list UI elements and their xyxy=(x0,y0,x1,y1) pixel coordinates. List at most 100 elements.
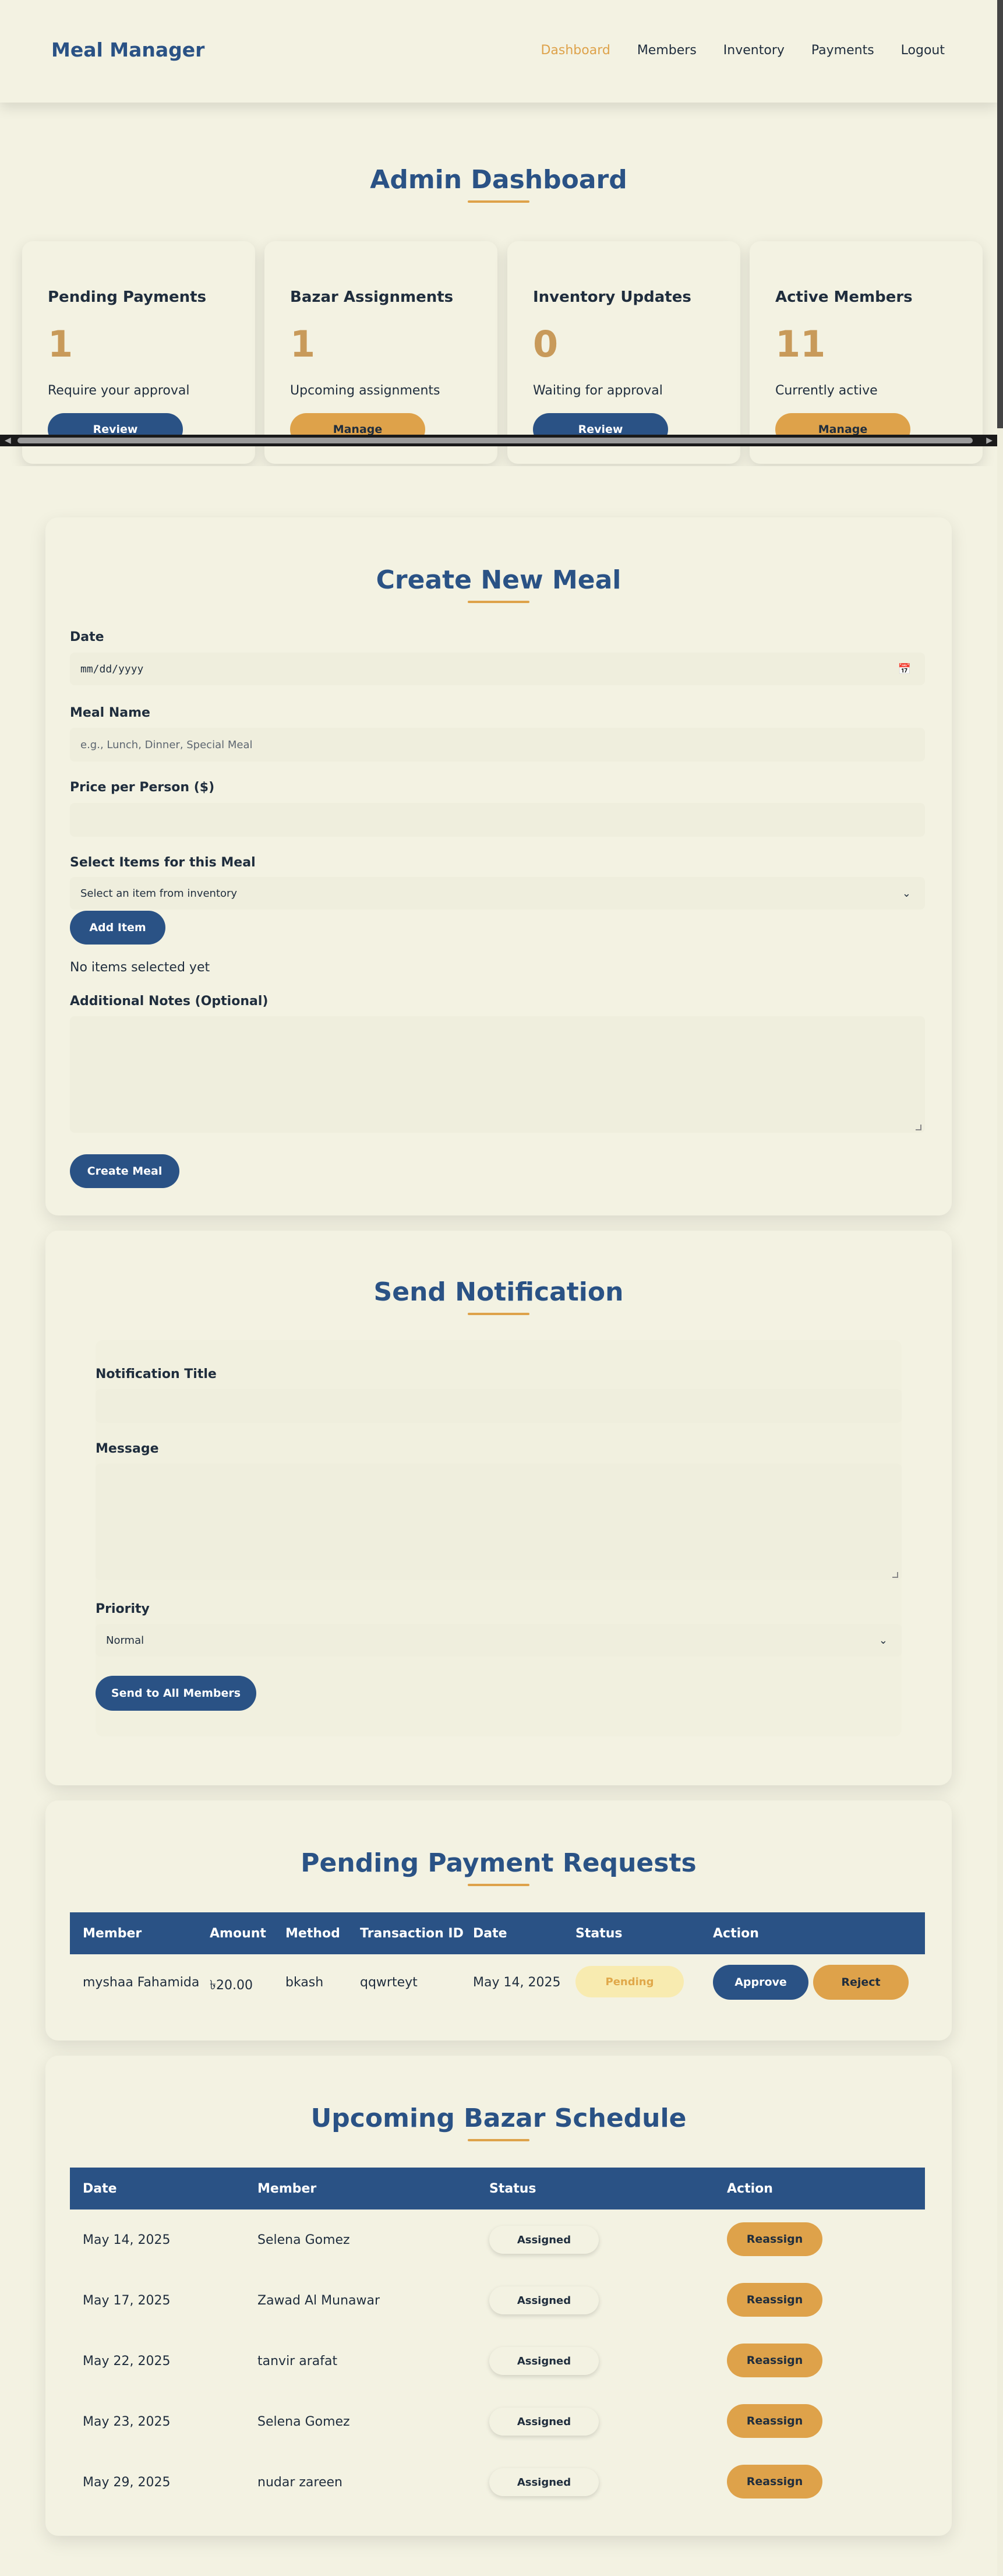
reassign-button[interactable]: Reassign xyxy=(727,2222,822,2256)
reject-button[interactable]: Reject xyxy=(813,1965,909,2000)
member-cell: myshaa Fahamida xyxy=(83,1975,200,1990)
card-inventory-updates: Inventory Updates 0 Waiting for approval… xyxy=(507,241,740,464)
nav-link-logout[interactable]: Logout xyxy=(901,43,945,58)
nav-link-dashboard[interactable]: Dashboard xyxy=(541,43,610,58)
amount-cell: ৳20.00 xyxy=(210,1978,253,1993)
date-cell: May 14, 2025 xyxy=(83,2233,171,2247)
date-cell: May 22, 2025 xyxy=(83,2354,171,2369)
cards-horizontal-scrollbar[interactable]: ◀ ▶ xyxy=(0,435,997,446)
meal-name-label: Meal Name xyxy=(70,706,150,720)
column-header[interactable]: Member xyxy=(83,1926,142,1941)
title-underline xyxy=(468,601,529,603)
price-input[interactable] xyxy=(70,803,925,837)
notes-textarea[interactable] xyxy=(70,1016,925,1133)
nav-link-payments[interactable]: Payments xyxy=(811,43,874,58)
date-label: Date xyxy=(70,630,104,644)
add-item-button[interactable]: Add Item xyxy=(70,911,165,945)
priority-select[interactable]: Normal ⌄ xyxy=(96,1624,902,1657)
column-header[interactable]: Status xyxy=(575,1926,622,1941)
card-title: Pending Payments xyxy=(48,288,207,306)
priority-label: Priority xyxy=(96,1602,150,1616)
status-badge: Assigned xyxy=(489,2468,599,2496)
card-title: Active Members xyxy=(775,288,913,306)
notification-title-block: Send Notification xyxy=(45,1277,952,1315)
table-row: May 17, 2025 Zawad Al Munawar Assigned R… xyxy=(70,2270,925,2331)
column-header[interactable]: Status xyxy=(489,2182,536,2196)
status-badge: Assigned xyxy=(489,2347,599,2375)
section-title: Create New Meal xyxy=(376,565,621,595)
card-subtitle: Currently active xyxy=(775,383,878,398)
column-header[interactable]: Transaction ID xyxy=(360,1926,464,1941)
card-bazar-assignments: Bazar Assignments 1 Upcoming assignments… xyxy=(264,241,497,464)
scroll-left-icon[interactable]: ◀ xyxy=(5,436,11,445)
column-header[interactable]: Action xyxy=(713,1926,759,1941)
notes-label: Additional Notes (Optional) xyxy=(70,994,269,1009)
status-badge: Assigned xyxy=(489,2286,599,2314)
meal-name-placeholder: e.g., Lunch, Dinner, Special Meal xyxy=(80,738,253,751)
payments-title-block: Pending Payment Requests xyxy=(45,1848,952,1886)
card-value: 1 xyxy=(48,323,73,365)
reassign-button[interactable]: Reassign xyxy=(727,2344,822,2377)
column-header[interactable]: Amount xyxy=(210,1926,266,1941)
brand-logo[interactable]: Meal Manager xyxy=(51,38,204,61)
resize-handle-icon[interactable] xyxy=(916,1125,921,1130)
title-underline xyxy=(468,1884,529,1886)
table-row: myshaa Fahamida ৳20.00 bkash qqwrteyt Ma… xyxy=(70,1954,925,2013)
table-row: May 22, 2025 tanvir arafat Assigned Reas… xyxy=(70,2331,925,2391)
pending-payments-panel: Pending Payment Requests Member Amount M… xyxy=(45,1800,952,2041)
dashboard-title-block: Admin Dashboard xyxy=(0,165,997,203)
card-subtitle: Upcoming assignments xyxy=(290,383,440,398)
status-badge: Pending xyxy=(575,1966,684,1997)
items-select[interactable]: Select an item from inventory ⌄ xyxy=(70,877,925,910)
method-cell: bkash xyxy=(285,1975,324,1990)
nav-link-members[interactable]: Members xyxy=(637,43,697,58)
title-underline xyxy=(468,1313,529,1315)
card-subtitle: Require your approval xyxy=(48,383,190,398)
date-placeholder: mm/dd/yyyy xyxy=(80,662,144,675)
nav-link-inventory[interactable]: Inventory xyxy=(723,43,785,58)
member-cell: Selena Gomez xyxy=(257,2415,350,2429)
page-scrollbar-track[interactable] xyxy=(997,428,1003,2576)
table-row: May 23, 2025 Selena Gomez Assigned Reass… xyxy=(70,2391,925,2452)
priority-value: Normal xyxy=(106,1634,144,1647)
create-meal-button[interactable]: Create Meal xyxy=(70,1154,179,1188)
items-select-value: Select an item from inventory xyxy=(80,887,238,900)
payments-table-header: Member Amount Method Transaction ID Date… xyxy=(70,1912,925,1954)
column-header[interactable]: Date xyxy=(473,1926,507,1941)
create-meal-panel: Create New Meal Date mm/dd/yyyy 📅 Meal N… xyxy=(45,517,952,1215)
bazar-title-block: Upcoming Bazar Schedule xyxy=(45,2103,952,2141)
column-header[interactable]: Method xyxy=(285,1926,340,1941)
message-textarea[interactable] xyxy=(96,1464,902,1580)
card-subtitle: Waiting for approval xyxy=(533,383,663,398)
bazar-table-header: Date Member Status Action xyxy=(70,2168,925,2209)
date-cell: May 23, 2025 xyxy=(83,2415,171,2429)
table-row: May 29, 2025 nudar zareen Assigned Reass… xyxy=(70,2452,925,2512)
reassign-button[interactable]: Reassign xyxy=(727,2404,822,2438)
send-notification-button[interactable]: Send to All Members xyxy=(96,1676,256,1711)
column-header[interactable]: Date xyxy=(83,2182,117,2196)
member-cell: tanvir arafat xyxy=(257,2354,338,2369)
reassign-button[interactable]: Reassign xyxy=(727,2283,822,2317)
card-title: Inventory Updates xyxy=(533,288,691,306)
member-cell: nudar zareen xyxy=(257,2475,342,2490)
notification-title-input[interactable] xyxy=(96,1389,902,1423)
title-underline xyxy=(468,2139,529,2141)
column-header[interactable]: Member xyxy=(257,2182,316,2196)
meal-name-input[interactable]: e.g., Lunch, Dinner, Special Meal xyxy=(70,728,925,762)
date-cell: May 29, 2025 xyxy=(83,2475,171,2490)
card-pending-payments: Pending Payments 1 Require your approval… xyxy=(22,241,255,464)
scrollbar-thumb[interactable] xyxy=(17,438,973,443)
page-scrollbar-thumb[interactable] xyxy=(997,0,1003,428)
page-title: Admin Dashboard xyxy=(370,165,627,195)
card-value: 1 xyxy=(290,323,316,365)
bazar-schedule-panel: Upcoming Bazar Schedule Date Member Stat… xyxy=(45,2056,952,2536)
reassign-button[interactable]: Reassign xyxy=(727,2465,822,2499)
date-input[interactable]: mm/dd/yyyy 📅 xyxy=(70,653,925,685)
calendar-icon[interactable]: 📅 xyxy=(898,663,911,675)
section-title: Pending Payment Requests xyxy=(301,1848,697,1878)
scroll-right-icon[interactable]: ▶ xyxy=(986,436,993,445)
column-header[interactable]: Action xyxy=(727,2182,773,2196)
approve-button[interactable]: Approve xyxy=(713,1965,808,2000)
section-title: Send Notification xyxy=(373,1277,624,1307)
resize-handle-icon[interactable] xyxy=(892,1572,898,1578)
